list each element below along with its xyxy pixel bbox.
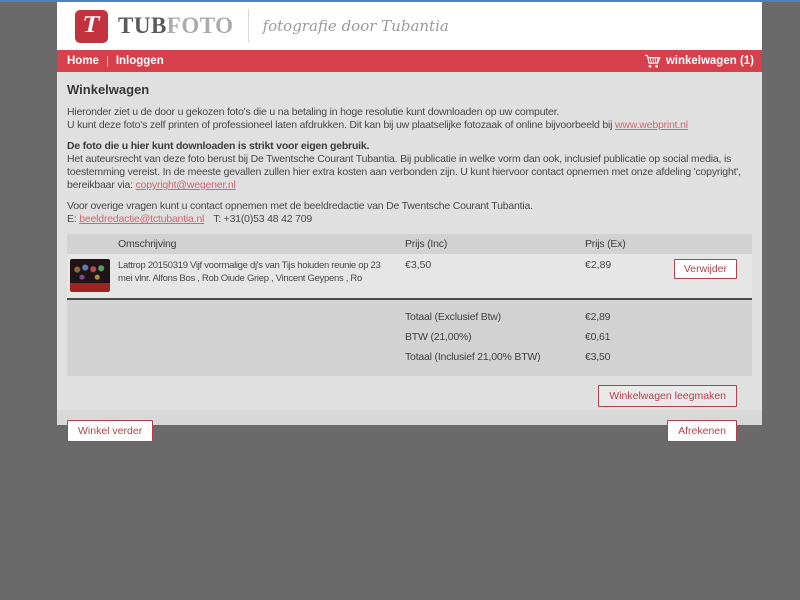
header-price-ex: Prijs (Ex) <box>585 238 752 250</box>
logo-text-bold: TUB <box>118 13 167 38</box>
total-btw-label: BTW (21,00%) <box>405 331 585 343</box>
screen: T TUBFOTO fotografie door Tubantia Home … <box>0 0 800 600</box>
item-price-ex: €2,89 <box>585 259 611 271</box>
contact-text: Voor overige vragen kunt u contact opnem… <box>67 200 752 226</box>
cart-table-header: Omschrijving Prijs (Inc) Prijs (Ex) <box>67 234 752 254</box>
total-incl-value: €3,50 <box>585 351 752 363</box>
nav-separator: | <box>106 55 109 67</box>
copyright-text: De foto die u hier kunt downloaden is st… <box>67 140 752 192</box>
nav-left: Home | Inloggen <box>67 55 164 67</box>
cart-page-content: Winkelwagen Hieronder ziet u de door u g… <box>57 72 762 410</box>
photo-thumbnail <box>70 259 110 292</box>
cart-icon <box>644 54 661 69</box>
usage-notice: De foto die u hier kunt downloaden is st… <box>67 140 369 152</box>
header-description: Omschrijving <box>118 238 405 250</box>
remove-item-button[interactable]: Verwijder <box>674 259 737 279</box>
logo-divider <box>248 9 249 43</box>
intro-text: Hieronder ziet u de door u gekozen foto'… <box>67 106 752 132</box>
contact-line: Voor overige vragen kunt u contact opnem… <box>67 200 533 212</box>
cart-table: Omschrijving Prijs (Inc) Prijs (Ex) Latt… <box>67 234 752 376</box>
cart-totals: Totaal (Exclusief Btw) €2,89 BTW (21,00%… <box>67 300 752 376</box>
logo-t-glyph: T <box>81 13 102 37</box>
page-title: Winkelwagen <box>67 82 752 97</box>
total-btw-value: €0,61 <box>585 331 752 343</box>
total-row-excl: Totaal (Exclusief Btw) €2,89 <box>67 307 752 327</box>
item-description: Lattrop 20150319 Vijf voormalige dj's va… <box>118 259 405 292</box>
nav-home-link[interactable]: Home <box>67 55 99 67</box>
total-row-incl: Totaal (Inclusief 21,00% BTW) €3,50 <box>67 347 752 367</box>
item-row-end: €2,89 Verwijder <box>585 259 752 292</box>
nav-login-link[interactable]: Inloggen <box>116 55 164 67</box>
tubfoto-logo-icon[interactable]: T <box>75 10 108 43</box>
total-incl-label: Totaal (Inclusief 21,00% BTW) <box>405 351 585 363</box>
site-header: T TUBFOTO fotografie door Tubantia <box>57 2 762 50</box>
thumbnail-cell <box>67 259 118 292</box>
contact-phone: T: +31(0)53 48 42 709 <box>213 213 312 225</box>
checkout-button[interactable]: Afrekenen <box>667 420 737 442</box>
logo-text-light: FOTO <box>167 13 234 38</box>
total-row-btw: BTW (21,00%) €0,61 <box>67 327 752 347</box>
site-tagline: fotografie door Tubantia <box>263 17 449 35</box>
nav-cart-label: winkelwagen (1) <box>666 55 754 67</box>
intro-line2: U kunt deze foto's zelf printen of profe… <box>67 119 615 131</box>
cart-item-row: Lattrop 20150319 Vijf voormalige dj's va… <box>67 254 752 300</box>
total-excl-label: Totaal (Exclusief Btw) <box>405 311 585 323</box>
contact-email-prefix: E: <box>67 213 79 225</box>
site-logo[interactable]: TUBFOTO <box>118 13 234 39</box>
copyright-email-link[interactable]: copyright@wegener.nl <box>136 179 236 191</box>
webprint-link[interactable]: www.webprint.nl <box>615 119 688 131</box>
empty-cart-button[interactable]: Winkelwagen leegmaken <box>598 385 737 407</box>
nav-cart-link[interactable]: winkelwagen (1) <box>644 54 754 69</box>
item-price-inc: €3,50 <box>405 259 585 292</box>
footer-strip <box>57 410 762 425</box>
empty-cart-row: Winkelwagen leegmaken <box>67 385 752 407</box>
total-excl-value: €2,89 <box>585 311 752 323</box>
intro-line1: Hieronder ziet u de door u gekozen foto'… <box>67 106 559 118</box>
header-price-inc: Prijs (Inc) <box>405 238 585 250</box>
site-page: T TUBFOTO fotografie door Tubantia Home … <box>57 2 762 425</box>
continue-shopping-button[interactable]: Winkel verder <box>67 420 153 442</box>
main-navbar: Home | Inloggen winkelwagen (1) <box>57 50 762 72</box>
contact-email-link[interactable]: beeldredactie@tctubantia.nl <box>79 213 204 225</box>
